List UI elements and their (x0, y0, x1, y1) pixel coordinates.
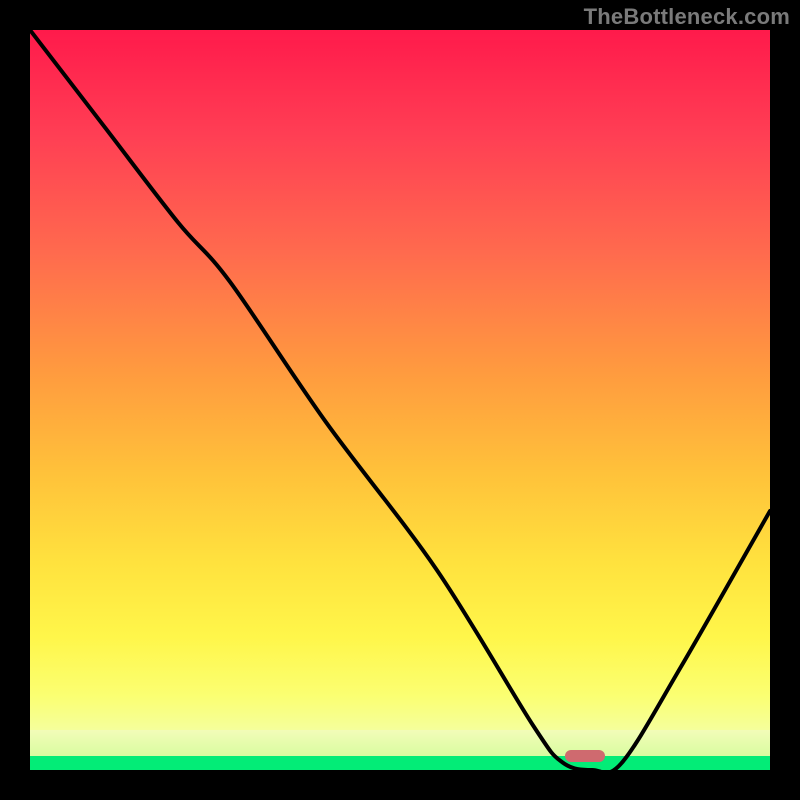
chart-frame: TheBottleneck.com (0, 0, 800, 800)
bottleneck-curve (30, 30, 770, 770)
plot-area (30, 30, 770, 770)
optimum-marker (565, 750, 605, 762)
curve-layer (30, 30, 770, 770)
credit-text: TheBottleneck.com (584, 4, 790, 30)
